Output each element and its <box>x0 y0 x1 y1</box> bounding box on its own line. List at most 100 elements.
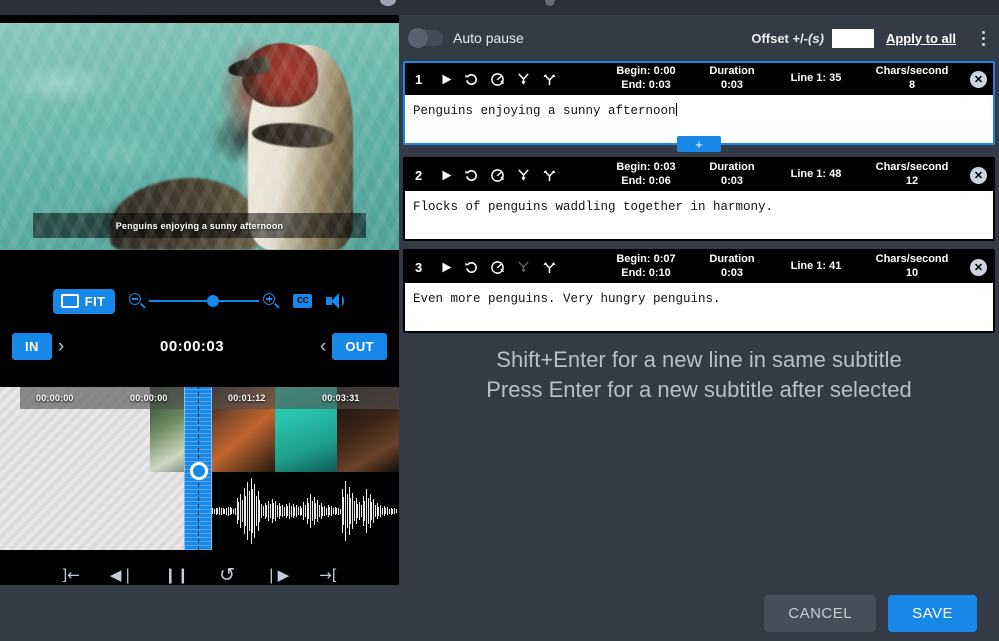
undo-icon[interactable] <box>464 260 479 275</box>
waveform-bar <box>301 507 302 515</box>
set-out-point-button[interactable]: OUT <box>332 332 387 360</box>
closed-captions-icon[interactable]: CC <box>293 294 313 308</box>
subtitle-card[interactable]: 2 Begin: 0:03 End: 0:06 Duration 0:03 Li… <box>403 157 995 241</box>
subtitle-duration: Duration 0:03 <box>692 161 772 189</box>
play-icon[interactable] <box>440 169 453 182</box>
merge-subtitles-icon[interactable] <box>516 72 531 87</box>
subtitle-begin-end: Begin: 0:00 End: 0:03 <box>600 65 692 93</box>
volume-icon[interactable] <box>326 292 346 310</box>
waveform-bar <box>254 484 255 538</box>
waveform-bar <box>292 504 294 518</box>
timeline-tick-label: 00:03:31 <box>322 393 360 403</box>
subtitle-text-input[interactable]: Flocks of penguins waddling together in … <box>405 191 993 239</box>
waveform-bar <box>374 505 376 517</box>
fit-button[interactable]: FIT <box>52 288 116 314</box>
zoom-in-icon[interactable] <box>263 293 280 309</box>
apply-to-all-link[interactable]: Apply to all <box>886 31 956 46</box>
subtitle-line-length: Line 1: 48 <box>772 168 860 182</box>
top-strip-dot-2 <box>545 0 555 6</box>
merge-subtitles-icon[interactable] <box>516 168 531 183</box>
video-frame: Penguins enjoying a sunny afternoon <box>0 23 399 250</box>
split-subtitle-icon[interactable] <box>542 260 557 275</box>
subtitle-duration-label: Duration <box>709 161 755 174</box>
timeline-playhead[interactable] <box>184 387 212 550</box>
split-subtitle-icon[interactable] <box>542 168 557 183</box>
waveform-bar <box>247 482 248 540</box>
undo-icon[interactable] <box>464 72 479 87</box>
go-to-out-point-icon[interactable]: →[ <box>319 567 337 583</box>
timeline[interactable]: 00:00:00 00:00:00 00:01:12 00:03:31 <box>0 387 399 550</box>
waveform-bar <box>327 505 329 517</box>
waveform-bar <box>345 481 346 541</box>
timer-icon[interactable] <box>490 168 505 183</box>
waveform-bar <box>380 505 381 517</box>
waveform-bar <box>394 508 395 514</box>
previous-frame-chevron-icon[interactable]: ‹ <box>314 337 332 356</box>
loop-icon[interactable]: ↺ <box>219 565 235 585</box>
keyboard-hint-line-1: Shift+Enter for a new line in same subti… <box>496 347 902 372</box>
timer-icon[interactable] <box>490 260 505 275</box>
waveform-bar <box>268 501 269 521</box>
subtitle-editor-panel: Auto pause Offset +/-(s) Apply to all 1 <box>399 15 999 585</box>
go-to-in-point-icon[interactable]: ]← <box>61 567 79 583</box>
waveform-bar <box>364 501 365 521</box>
next-frame-chevron-icon[interactable]: › <box>52 337 70 356</box>
zoom-slider-handle[interactable] <box>207 295 220 307</box>
auto-pause-toggle[interactable] <box>408 28 443 48</box>
subtitle-line-length: Line 1: 35 <box>772 72 860 86</box>
waveform-bar <box>282 505 283 517</box>
offset-input[interactable] <box>831 28 874 48</box>
save-button[interactable]: SAVE <box>888 594 977 632</box>
waveform-bar <box>376 503 378 519</box>
waveform-bar <box>243 488 245 534</box>
subtitle-duration-value: 0:03 <box>720 175 744 187</box>
delete-subtitle-icon[interactable]: ✕ <box>970 258 987 276</box>
zoom-out-icon[interactable] <box>129 293 146 309</box>
play-icon[interactable] <box>440 73 453 86</box>
subtitle-cps-value: 10 <box>905 267 919 279</box>
step-backward-icon[interactable]: ◀❘ <box>110 567 134 583</box>
playhead-handle[interactable] <box>190 462 208 480</box>
zoom-slider-group[interactable] <box>129 293 280 309</box>
delete-subtitle-icon[interactable]: ✕ <box>970 70 987 88</box>
subtitle-duration-label: Duration <box>709 65 755 78</box>
step-forward-icon[interactable]: ❘▶ <box>265 567 289 583</box>
subtitle-end: End: 0:06 <box>621 175 671 187</box>
subtitle-card[interactable]: 1 Begin: 0:00 End: 0:03 Duration 0:03 Li… <box>403 61 995 152</box>
waveform-bar <box>304 505 306 517</box>
subtitle-card-header: 1 Begin: 0:00 End: 0:03 Duration 0:03 Li… <box>405 63 993 95</box>
video-stage[interactable]: Penguins enjoying a sunny afternoon <box>0 15 399 250</box>
split-subtitle-icon[interactable] <box>542 72 557 87</box>
waveform-bar <box>318 505 320 517</box>
subtitle-cps-label: Chars/second <box>875 253 949 266</box>
waveform-bar <box>387 507 388 515</box>
undo-icon[interactable] <box>464 168 479 183</box>
waveform-bar <box>352 493 353 529</box>
cancel-button[interactable]: CANCEL <box>764 594 877 632</box>
timer-icon[interactable] <box>490 72 505 87</box>
keyboard-hint: Shift+Enter for a new line in same subti… <box>399 345 999 406</box>
pause-icon[interactable]: ❙❙ <box>164 567 189 583</box>
subtitle-card-header: 2 Begin: 0:03 End: 0:06 Duration 0:03 Li… <box>405 159 993 191</box>
waveform-bar <box>303 502 304 520</box>
delete-subtitle-icon[interactable]: ✕ <box>970 166 987 184</box>
waveform-bar <box>355 498 357 524</box>
video-player-panel: Penguins enjoying a sunny afternoon FIT <box>0 15 399 600</box>
play-icon[interactable] <box>440 261 453 274</box>
subtitle-line-label: Line 1: <box>790 72 827 85</box>
waveform-bar <box>383 506 385 516</box>
add-subtitle-button[interactable]: + <box>677 136 721 152</box>
set-in-point-button[interactable]: IN <box>12 332 52 360</box>
zoom-slider-track[interactable] <box>149 295 260 307</box>
in-out-controls: IN › 00:00:03 ‹ OUT <box>0 324 399 368</box>
subtitle-text-input[interactable]: Even more penguins. Very hungry penguins… <box>405 283 993 331</box>
subtitle-editor-dialog: Penguins enjoying a sunny afternoon FIT <box>0 0 999 641</box>
subtitle-line-value: 41 <box>829 260 842 273</box>
subtitle-cps: Chars/second 12 <box>860 161 964 189</box>
more-options-icon[interactable] <box>982 30 985 46</box>
waveform-bar <box>250 478 252 544</box>
subtitle-card[interactable]: 3 Begin: 0:07 End: 0:10 Duration 0:03 Li… <box>403 249 995 333</box>
waveform-bar <box>331 506 332 516</box>
waveform-bar <box>308 503 309 519</box>
waveform-bar <box>222 508 224 514</box>
